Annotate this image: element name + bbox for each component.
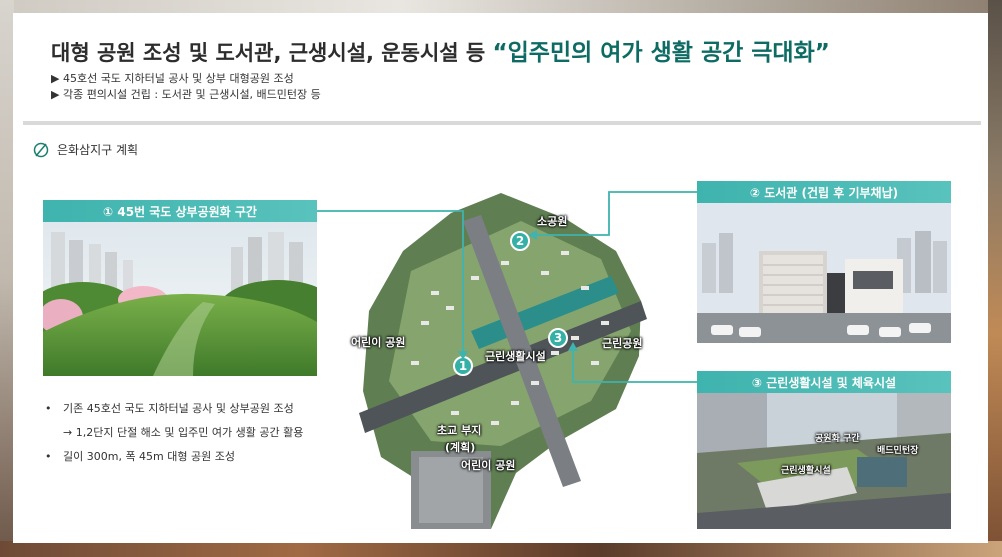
background-left [0, 0, 14, 557]
facility-label-badminton: 배드민턴장 [877, 446, 919, 456]
map-label-neighborhood-facility: 근린생활시설 [485, 350, 546, 363]
bullet-list: • 기존 45호선 국도 지하터널 공사 및 상부공원 조성 → 1,2단지 단절… [45, 397, 303, 469]
card-header-library: ② 도서관 (건립 후 기부채납) [697, 181, 951, 203]
bullet-item: • 길이 300m, 폭 45m 대형 공원 조성 [45, 450, 235, 463]
bullet-item: → 1,2단지 단절 해소 및 입주민 여가 생활 공간 활용 [63, 426, 304, 439]
facility-photo: 공원화 구간 배드민턴장 근린생활시설 [697, 393, 951, 529]
facility-label-park-area: 공원화 구간 [815, 434, 860, 444]
subtitle-list: ▶ 45호선 국도 지하터널 공사 및 상부 대형공원 조성 ▶ 각종 편의시설… [51, 71, 321, 103]
map-label-kids-park-2: 어린이 공원 [461, 459, 516, 472]
title-highlight: “입주민의 여가 생활 공간 극대화” [492, 40, 830, 66]
plan-heading: 은화삼지구 계획 [33, 141, 138, 158]
map-marker-3: 3 [548, 328, 568, 348]
map-label-school-site: 초교 부지 [437, 424, 482, 437]
map-marker-1: 1 [453, 356, 473, 376]
park-photo [43, 222, 317, 376]
background-bottom [0, 541, 1002, 557]
map-label-neighborhood-park: 근린공원 [602, 337, 643, 350]
divider [23, 121, 981, 125]
page-title: 대형 공원 조성 및 도서관, 근생시설, 운동시설 등 “입주민의 여가 생활… [51, 33, 830, 67]
library-photo [697, 203, 951, 343]
subtitle-item: ▶ 각종 편의시설 건립 : 도서관 및 근생시설, 배드민턴장 등 [51, 88, 321, 101]
subtitle-item: ▶ 45호선 국도 지하터널 공사 및 상부 대형공원 조성 [51, 72, 294, 85]
bullet-item: • 기존 45호선 국도 지하터널 공사 및 상부공원 조성 [45, 402, 294, 415]
plan-label: 은화삼지구 계획 [57, 143, 139, 157]
map-label-school-plan: (계획) [445, 441, 476, 454]
site-map: 소공원 어린이 공원 근린공원 근린생활시설 초교 부지 (계획) 어린이 공원… [351, 181, 671, 543]
leaf-icon [33, 142, 49, 157]
slide: 대형 공원 조성 및 도서관, 근생시설, 운동시설 등 “입주민의 여가 생활… [13, 13, 988, 543]
card-header-park: ① 45번 국도 상부공원화 구간 [43, 200, 317, 222]
facility-label-neighborhood: 근린생활시설 [781, 466, 831, 476]
background-top [0, 0, 1002, 14]
map-label-kids-park: 어린이 공원 [351, 336, 406, 349]
map-marker-2: 2 [510, 231, 530, 251]
map-label-small-park: 소공원 [537, 215, 568, 228]
title-main: 대형 공원 조성 및 도서관, 근생시설, 운동시설 등 [51, 41, 493, 65]
card-header-facility: ③ 근린생활시설 및 체육시설 [697, 371, 951, 393]
background-right [988, 0, 1002, 557]
